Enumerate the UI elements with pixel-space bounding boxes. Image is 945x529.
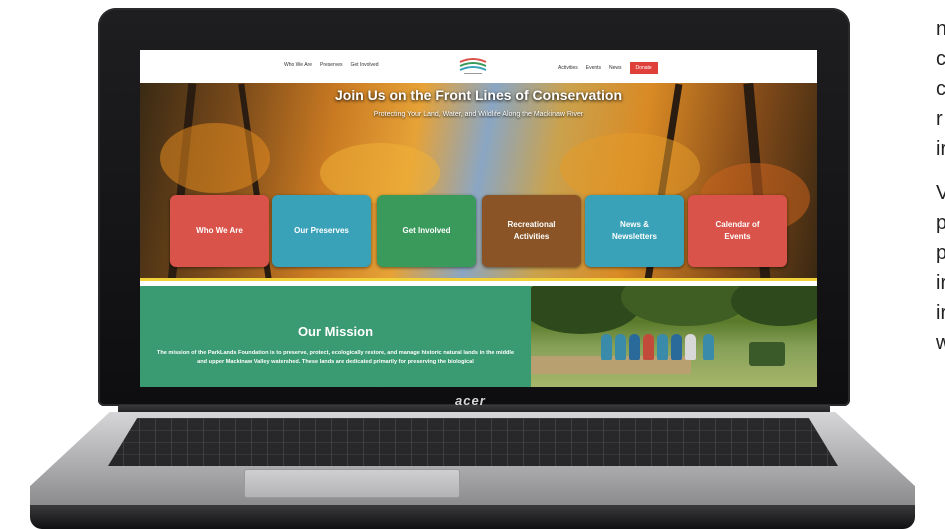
tile-label: News & Newsletters [612, 220, 657, 241]
tile-label: Recreational Activities [507, 220, 556, 241]
foliage [320, 143, 440, 203]
hero-banner: Join Us on the Front Lines of Conservati… [140, 83, 817, 281]
foliage [160, 123, 270, 193]
tile-label: Get Involved [402, 226, 451, 235]
parklands-logo-icon[interactable] [458, 55, 488, 77]
hero-subtitle: Protecting Your Land, Water, and Wildlif… [373, 111, 584, 118]
person [685, 334, 696, 360]
side-text-block-2: V p p ir ir w [936, 178, 945, 358]
tile-our-preserves[interactable]: Our Preserves [272, 195, 371, 267]
tile-news-newsletters[interactable]: News & Newsletters [585, 195, 684, 267]
mission-body: The mission of the ParkLands Foundation … [156, 350, 515, 365]
tile-get-involved[interactable]: Get Involved [377, 195, 476, 267]
side-text-line: ir [936, 302, 945, 324]
nav-item-who-we-are[interactable]: Who We Are [284, 62, 312, 68]
tree-canopy [731, 286, 817, 326]
person [671, 334, 682, 360]
laptop-base-edge [30, 505, 915, 529]
nav-right: Activities Events News Donate [558, 62, 658, 74]
side-text-line: V [936, 182, 945, 204]
volunteers-photo [531, 286, 817, 387]
laptop-screen: Who We Are Preserves Get Involved Activi… [140, 50, 817, 387]
touchpad [244, 469, 460, 498]
side-text-line: w [936, 332, 945, 354]
tile-label: Our Preserves [294, 226, 349, 235]
tile-calendar-of-events[interactable]: Calendar of Events [688, 195, 787, 267]
person [657, 334, 668, 360]
side-text-line: ir [936, 272, 945, 294]
side-text-line: n [936, 18, 945, 40]
person [601, 334, 612, 360]
side-text-line: ir [936, 138, 945, 160]
nav-item-preserves[interactable]: Preserves [320, 62, 343, 68]
side-text-line: p [936, 212, 945, 234]
nav-item-get-involved[interactable]: Get Involved [351, 62, 379, 68]
person [703, 334, 714, 360]
tile-who-we-are[interactable]: Who We Are [170, 195, 269, 267]
utility-vehicle [749, 342, 785, 366]
nav-left: Who We Are Preserves Get Involved [284, 62, 379, 68]
person [643, 334, 654, 360]
person [629, 334, 640, 360]
foliage [560, 133, 700, 203]
nav-item-news[interactable]: News [609, 65, 622, 71]
tile-label: Calendar of Events [715, 220, 760, 241]
side-text-line: c [936, 78, 945, 100]
hero-accent-line [140, 278, 817, 281]
hero-title: Join Us on the Front Lines of Conservati… [334, 87, 622, 103]
nav-item-events[interactable]: Events [586, 65, 601, 71]
mission-section: Our Mission The mission of the ParkLands… [140, 286, 531, 387]
tile-label: Who We Are [196, 226, 243, 235]
side-text-line: r [936, 108, 943, 130]
tile-recreational-activities[interactable]: Recreational Activities [482, 195, 581, 267]
nav-item-activities[interactable]: Activities [558, 65, 578, 71]
side-text-block-1: n c c r ir [936, 14, 945, 164]
side-text-line: c [936, 48, 945, 70]
person [615, 334, 626, 360]
side-text-line: p [936, 242, 945, 264]
donate-button[interactable]: Donate [629, 62, 658, 74]
site-nav: Who We Are Preserves Get Involved Activi… [140, 50, 817, 83]
mission-heading: Our Mission [297, 324, 374, 339]
keyboard-rows [108, 418, 838, 466]
